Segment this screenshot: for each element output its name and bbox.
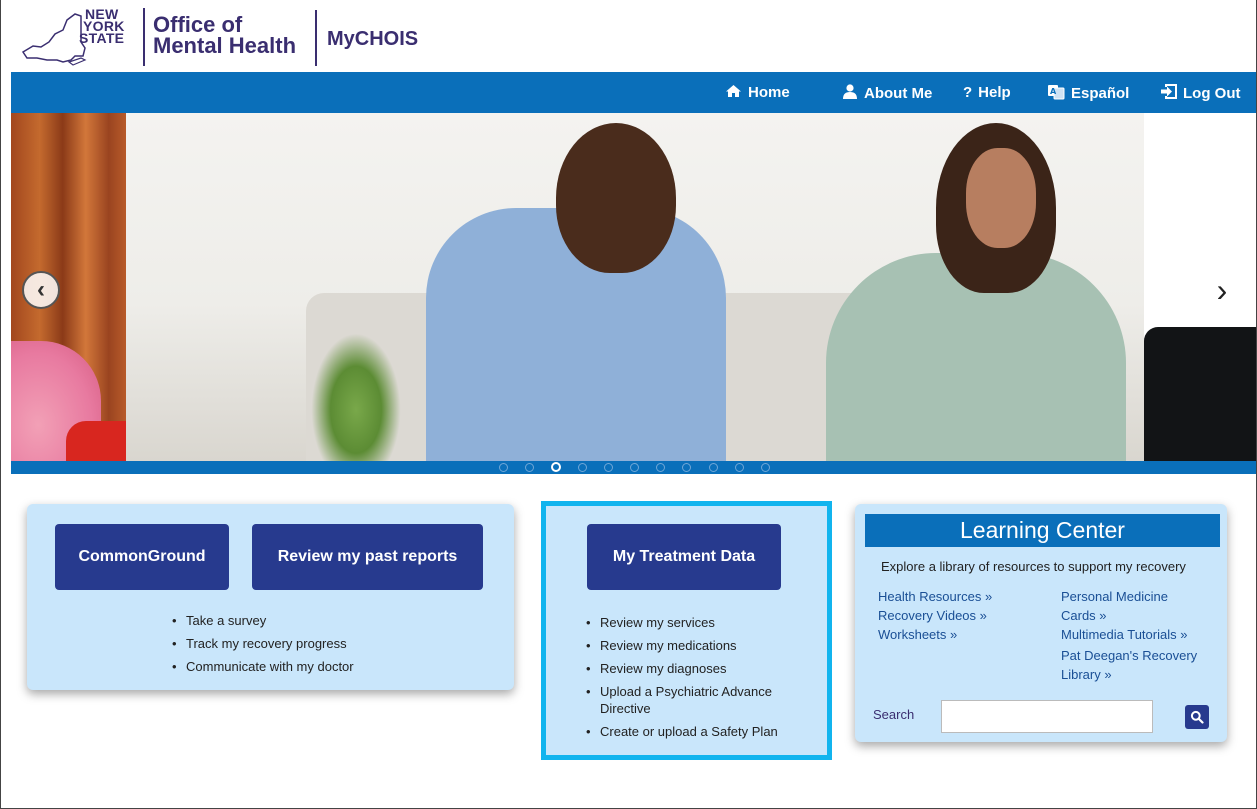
carousel-current-slide-image <box>126 113 1144 461</box>
link-personal-medicine-cards[interactable]: Personal Medicine Cards » <box>1061 587 1191 625</box>
link-health-resources[interactable]: Health Resources » <box>878 587 992 606</box>
carousel-indicator-dot[interactable] <box>761 463 770 472</box>
list-item: Communicate with my doctor <box>172 658 354 675</box>
carousel-indicator-dot[interactable] <box>734 463 744 472</box>
list-item: Review my services <box>586 614 801 631</box>
nav-home-label: Home <box>748 84 790 101</box>
list-item: Upload a Psychiatric Advance Directive <box>586 683 801 717</box>
nav-espanol-label: Español <box>1071 85 1130 102</box>
translate-icon: A <box>1047 84 1065 103</box>
office-title-line1: Office of <box>153 12 243 37</box>
nav-espanol[interactable]: A Español <box>1047 84 1129 103</box>
commonground-feature-list: Take a survey Track my recovery progress… <box>172 612 354 681</box>
nav-logout-label: Log Out <box>1183 84 1241 102</box>
nav-help[interactable]: ? Help <box>963 84 1011 101</box>
nav-about-me-label: About Me <box>864 84 933 102</box>
search-input[interactable] <box>941 700 1153 733</box>
carousel-indicator-dot[interactable] <box>682 463 692 472</box>
title-divider <box>315 10 317 66</box>
learning-center-description: Explore a library of resources to suppor… <box>881 559 1186 574</box>
office-title-line2: Mental Health <box>153 33 297 58</box>
learning-center-panel: Learning Center Explore a library of res… <box>855 504 1227 742</box>
nav-about-me[interactable]: About Me <box>842 84 932 102</box>
logo-word-state: STATE <box>79 30 125 46</box>
list-item: Take a survey <box>172 612 354 629</box>
user-icon <box>842 84 858 102</box>
slide-decoration <box>556 123 676 273</box>
link-recovery-videos[interactable]: Recovery Videos » <box>878 606 987 625</box>
search-icon <box>1190 710 1204 724</box>
review-past-reports-button[interactable]: Review my past reports <box>252 524 483 590</box>
question-icon: ? <box>963 84 973 101</box>
carousel-indicators <box>11 461 1256 474</box>
carousel-indicator-dot[interactable] <box>577 463 587 472</box>
nav-home[interactable]: Home <box>725 84 790 101</box>
search-button[interactable] <box>1185 705 1209 729</box>
nav-logout[interactable]: Log Out <box>1160 84 1240 102</box>
list-item: Track my recovery progress <box>172 635 354 652</box>
app-name[interactable]: MyCHOIS <box>327 28 418 51</box>
search-label: Search <box>873 707 915 722</box>
list-item: Review my diagnoses <box>586 660 801 677</box>
link-pat-deegan-recovery-library[interactable]: Pat Deegan's Recovery Library » <box>1061 646 1221 684</box>
treatment-data-panel: My Treatment Data Review my services Rev… <box>541 501 832 760</box>
slide-decoration <box>311 333 401 461</box>
carousel-indicator-dot[interactable] <box>525 463 535 472</box>
site-header: NEW YORK STATE Office of Mental Health M… <box>1 0 1256 72</box>
commonground-button[interactable]: CommonGround <box>55 524 229 590</box>
chevron-left-icon: ‹ <box>37 276 45 303</box>
list-item: Review my medications <box>586 637 801 654</box>
treatment-feature-list: Review my services Review my medications… <box>586 614 801 746</box>
hero-carousel: ‹ › <box>11 113 1256 461</box>
chevron-right-icon: › <box>1216 271 1228 308</box>
carousel-next-button[interactable]: › <box>1207 271 1237 309</box>
logout-icon <box>1160 84 1177 102</box>
home-icon <box>725 84 742 101</box>
svg-text:A: A <box>1050 87 1057 96</box>
carousel-indicator-dot[interactable] <box>499 463 508 472</box>
top-navbar: Home About Me ? Help A Español Log Out <box>11 72 1256 113</box>
carousel-indicator-dot[interactable] <box>708 463 718 472</box>
link-worksheets[interactable]: Worksheets » <box>878 625 957 644</box>
my-treatment-data-button[interactable]: My Treatment Data <box>587 524 781 590</box>
office-title[interactable]: Office of Mental Health <box>153 12 297 58</box>
link-multimedia-tutorials[interactable]: Multimedia Tutorials » <box>1061 625 1187 644</box>
nys-logo[interactable]: NEW YORK STATE <box>19 6 147 68</box>
slide-decoration <box>966 148 1036 248</box>
carousel-indicator-dot[interactable] <box>630 463 639 472</box>
slide-decoration <box>66 421 126 461</box>
nav-help-label: Help <box>978 84 1011 101</box>
carousel-indicator-dot[interactable] <box>603 463 613 472</box>
slide-decoration <box>1144 327 1256 461</box>
carousel-indicator-dot[interactable] <box>656 463 666 472</box>
carousel-prev-button[interactable]: ‹ <box>22 271 60 309</box>
learning-center-title: Learning Center <box>865 514 1220 547</box>
carousel-indicator-dot[interactable] <box>551 462 562 472</box>
list-item: Create or upload a Safety Plan <box>586 723 801 740</box>
carousel-next-slide-image <box>1144 113 1256 461</box>
logo-divider <box>143 8 145 66</box>
commonground-panel: CommonGround Review my past reports Take… <box>27 504 514 690</box>
